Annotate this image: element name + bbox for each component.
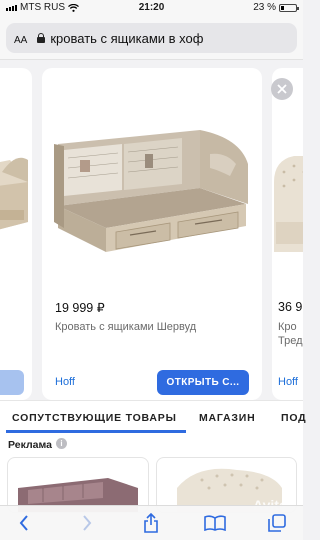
open-store-button[interactable]: ОТКРЫТЬ С... (157, 370, 249, 395)
share-button[interactable] (140, 512, 162, 534)
close-icon (277, 84, 287, 94)
info-icon[interactable]: i (56, 438, 67, 449)
tabs-icon (268, 514, 286, 532)
battery-percent: 23 % (253, 2, 276, 13)
chevron-left-icon (19, 515, 28, 531)
tabs-button[interactable] (266, 512, 288, 534)
product-card-sherwood[interactable]: 19 999 ₽ Кровать с ящиками Шервуд Hoff О… (42, 68, 262, 400)
tab-more[interactable]: ПОД (281, 412, 306, 424)
url-text: кровать с ящиками в хоф (50, 30, 204, 46)
product-title-next-line2: Тред (278, 335, 303, 347)
product-title-next-line1[interactable]: Кро (278, 321, 297, 333)
product-image-sofa-bed (54, 130, 248, 252)
url-field[interactable]: AA кровать с ящиками в хоф (6, 23, 297, 53)
ads-label: Реклама (8, 439, 52, 451)
product-image-prev (0, 157, 28, 230)
battery-icon (279, 3, 299, 12)
product-card-prev[interactable] (0, 68, 32, 400)
tab-related-products[interactable]: СОПУТСТВУЮЩИЕ ТОВАРЫ (12, 412, 177, 424)
bookmarks-button[interactable] (204, 512, 226, 534)
lock-icon (37, 33, 46, 43)
chevron-right-icon (83, 515, 92, 531)
seller-link[interactable]: Hoff (55, 376, 75, 388)
share-icon (144, 513, 158, 533)
product-image-next (274, 156, 303, 252)
browser-toolbar (0, 505, 303, 540)
close-ad-button[interactable] (271, 78, 293, 100)
tab-bar: СОПУТСТВУЮЩИЕ ТОВАРЫ МАГАЗИН ПОД (0, 401, 306, 433)
book-icon (204, 515, 226, 531)
product-price-next: 36 9 (278, 300, 303, 314)
text-size-button[interactable]: AA (14, 31, 27, 46)
browser-address-bar: AA кровать с ящиками в хоф (0, 16, 303, 60)
forward-button[interactable] (76, 512, 98, 534)
product-card-next[interactable]: 36 9 Кро Тред Hoff (272, 68, 303, 400)
status-bar: MTS RUS 21:20 23 % (0, 0, 303, 16)
ads-section: Реклама i Avito (0, 433, 303, 513)
product-carousel[interactable]: 19 999 ₽ Кровать с ящиками Шервуд Hoff О… (0, 60, 303, 400)
seller-link-next[interactable]: Hoff (278, 376, 298, 388)
tab-store[interactable]: МАГАЗИН (199, 412, 256, 424)
product-title[interactable]: Кровать с ящиками Шервуд (55, 321, 196, 333)
product-price: 19 999 ₽ (55, 301, 105, 315)
back-button[interactable] (13, 512, 35, 534)
battery-info: 23 % (253, 2, 299, 13)
open-button-prev[interactable] (0, 370, 24, 395)
